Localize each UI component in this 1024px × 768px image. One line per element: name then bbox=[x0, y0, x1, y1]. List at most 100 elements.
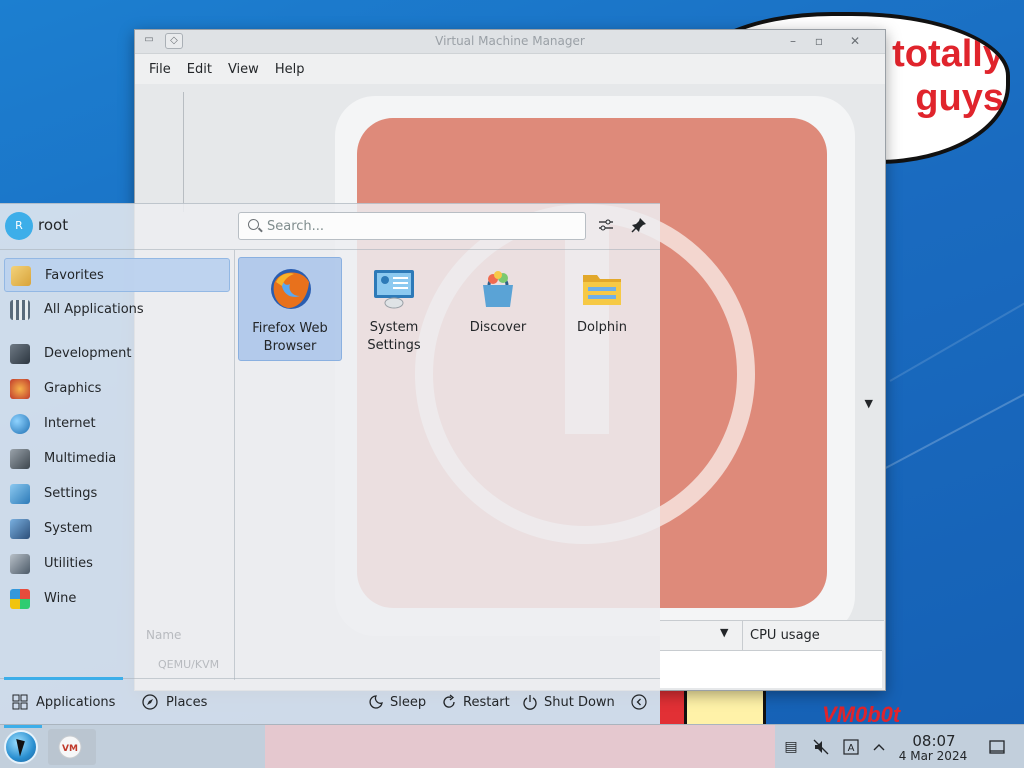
category-favorites[interactable]: Favorites bbox=[4, 258, 230, 292]
category-utilities[interactable]: Utilities bbox=[4, 547, 230, 581]
restart-label: Restart bbox=[463, 694, 510, 710]
category-label: Favorites bbox=[45, 268, 104, 283]
category-development[interactable]: Development bbox=[4, 337, 230, 371]
sleep-button[interactable]: Sleep bbox=[368, 689, 426, 715]
category-label: Settings bbox=[44, 486, 98, 501]
tab-places[interactable]: Places bbox=[142, 689, 207, 715]
category-multimedia[interactable]: Multimedia bbox=[4, 442, 230, 476]
launcher-header: R root bbox=[0, 204, 660, 250]
app-system-settings[interactable]: System Settings bbox=[342, 257, 446, 361]
avatar[interactable]: R bbox=[5, 212, 33, 240]
user-name[interactable]: root bbox=[38, 216, 68, 234]
toolbar-divider bbox=[183, 92, 184, 212]
firefox-icon bbox=[268, 266, 314, 312]
vm-connection-ghost: QEMU/KVM bbox=[158, 658, 220, 671]
restart-icon bbox=[443, 694, 455, 708]
clock-time[interactable]: 08:07 bbox=[904, 732, 964, 750]
category-label: Utilities bbox=[44, 556, 93, 571]
category-system[interactable]: System bbox=[4, 512, 230, 546]
column-dropdown-icon[interactable]: ▼ bbox=[720, 626, 728, 639]
wallpaper-streak bbox=[889, 300, 1024, 382]
search-icon bbox=[248, 219, 259, 230]
category-graphics[interactable]: Graphics bbox=[4, 372, 230, 406]
tab-applications[interactable]: Applications bbox=[3, 677, 124, 715]
grid-icon bbox=[12, 694, 28, 710]
internet-icon bbox=[10, 414, 30, 434]
app-label: System Settings bbox=[367, 320, 421, 353]
category-all-applications[interactable]: All Applications bbox=[4, 293, 230, 327]
app-label: Dolphin bbox=[577, 320, 627, 335]
development-icon bbox=[10, 344, 30, 364]
category-divider bbox=[234, 250, 235, 680]
app-label: Firefox Web Browser bbox=[252, 321, 328, 354]
volume-muted-icon[interactable] bbox=[812, 738, 830, 756]
system-icon bbox=[10, 519, 30, 539]
vm-list-row[interactable] bbox=[660, 650, 882, 688]
column-separator bbox=[742, 621, 743, 651]
window-title: Virtual Machine Manager bbox=[435, 34, 585, 48]
task-vm-manager[interactable]: VM bbox=[48, 729, 96, 765]
clipboard-icon[interactable]: ▤ bbox=[782, 738, 800, 756]
category-internet[interactable]: Internet bbox=[4, 407, 230, 441]
maximize-button[interactable]: ▫ bbox=[809, 33, 829, 49]
category-wine[interactable]: Wine bbox=[4, 582, 230, 616]
category-label: All Applications bbox=[44, 302, 144, 317]
all-applications-icon bbox=[10, 300, 30, 320]
vm-manager-icon: VM bbox=[58, 735, 82, 759]
chevron-up-icon[interactable] bbox=[870, 738, 888, 756]
vm-menubar: File Edit View Help bbox=[135, 54, 885, 84]
vm-name-column-ghost: Name bbox=[146, 628, 182, 642]
pin-icon[interactable] bbox=[628, 216, 650, 238]
clock-date[interactable]: 4 Mar 2024 bbox=[894, 749, 972, 763]
shutdown-label: Shut Down bbox=[544, 694, 615, 710]
vm-column-header: ▼ CPU usage bbox=[660, 620, 884, 651]
shutdown-button[interactable]: Shut Down bbox=[522, 689, 615, 715]
more-power-options-button[interactable] bbox=[631, 689, 653, 715]
keyboard-layout-icon[interactable]: A bbox=[842, 738, 860, 756]
sleep-label: Sleep bbox=[390, 694, 427, 710]
app-firefox-web-browser[interactable]: Firefox Web Browser bbox=[238, 257, 342, 361]
sleep-icon bbox=[369, 695, 383, 709]
category-settings[interactable]: Settings bbox=[4, 477, 230, 511]
category-label: Graphics bbox=[44, 381, 102, 396]
cpu-usage-header[interactable]: CPU usage bbox=[750, 628, 820, 643]
compass-icon bbox=[142, 694, 158, 710]
application-launcher: R root Favorites All Applications Developm… bbox=[0, 203, 660, 724]
svg-text:A: A bbox=[848, 743, 855, 754]
search-input[interactable] bbox=[267, 217, 577, 235]
search-field[interactable] bbox=[238, 212, 586, 240]
show-desktop-icon[interactable] bbox=[988, 738, 1006, 756]
configure-icon[interactable] bbox=[595, 216, 617, 238]
category-label: Development bbox=[44, 346, 132, 361]
multimedia-icon bbox=[10, 449, 30, 469]
chevron-left-icon bbox=[631, 694, 647, 710]
category-label: Multimedia bbox=[44, 451, 117, 466]
power-icon bbox=[523, 695, 537, 710]
close-button[interactable]: ✕ bbox=[845, 33, 865, 49]
taskbar: VM ▤ A 08:07 4 Mar 2024 bbox=[0, 724, 1024, 768]
tab-applications-label: Applications bbox=[36, 694, 116, 710]
restart-button[interactable]: Restart bbox=[441, 689, 510, 715]
system-settings-icon bbox=[371, 265, 417, 311]
category-label: Internet bbox=[44, 416, 96, 431]
menu-edit[interactable]: Edit bbox=[179, 62, 220, 77]
category-label: System bbox=[44, 521, 93, 536]
app-dolphin[interactable]: Dolphin bbox=[550, 257, 654, 361]
app-discover[interactable]: Discover bbox=[446, 257, 550, 361]
app-label: Discover bbox=[469, 320, 527, 335]
wine-icon bbox=[10, 589, 30, 609]
favorites-icon bbox=[11, 266, 31, 286]
menu-help[interactable]: Help bbox=[267, 62, 313, 77]
settings-icon bbox=[10, 484, 30, 504]
task-vm-label: VM bbox=[62, 744, 78, 754]
menu-view[interactable]: View bbox=[220, 62, 267, 77]
dropdown-arrow-icon[interactable]: ▼ bbox=[865, 397, 873, 410]
minimize-button[interactable]: – bbox=[783, 33, 803, 49]
category-label: Wine bbox=[44, 591, 77, 606]
menu-file[interactable]: File bbox=[141, 62, 179, 77]
wallpaper-yellow-strip bbox=[684, 690, 766, 724]
launcher-footer: Applications Places Sleep Restart Shut D… bbox=[0, 677, 660, 724]
tab-places-label: Places bbox=[166, 694, 208, 710]
graphics-icon bbox=[10, 379, 30, 399]
vm-titlebar[interactable]: ▭ ◇ Virtual Machine Manager – ▫ ✕ bbox=[135, 30, 885, 54]
